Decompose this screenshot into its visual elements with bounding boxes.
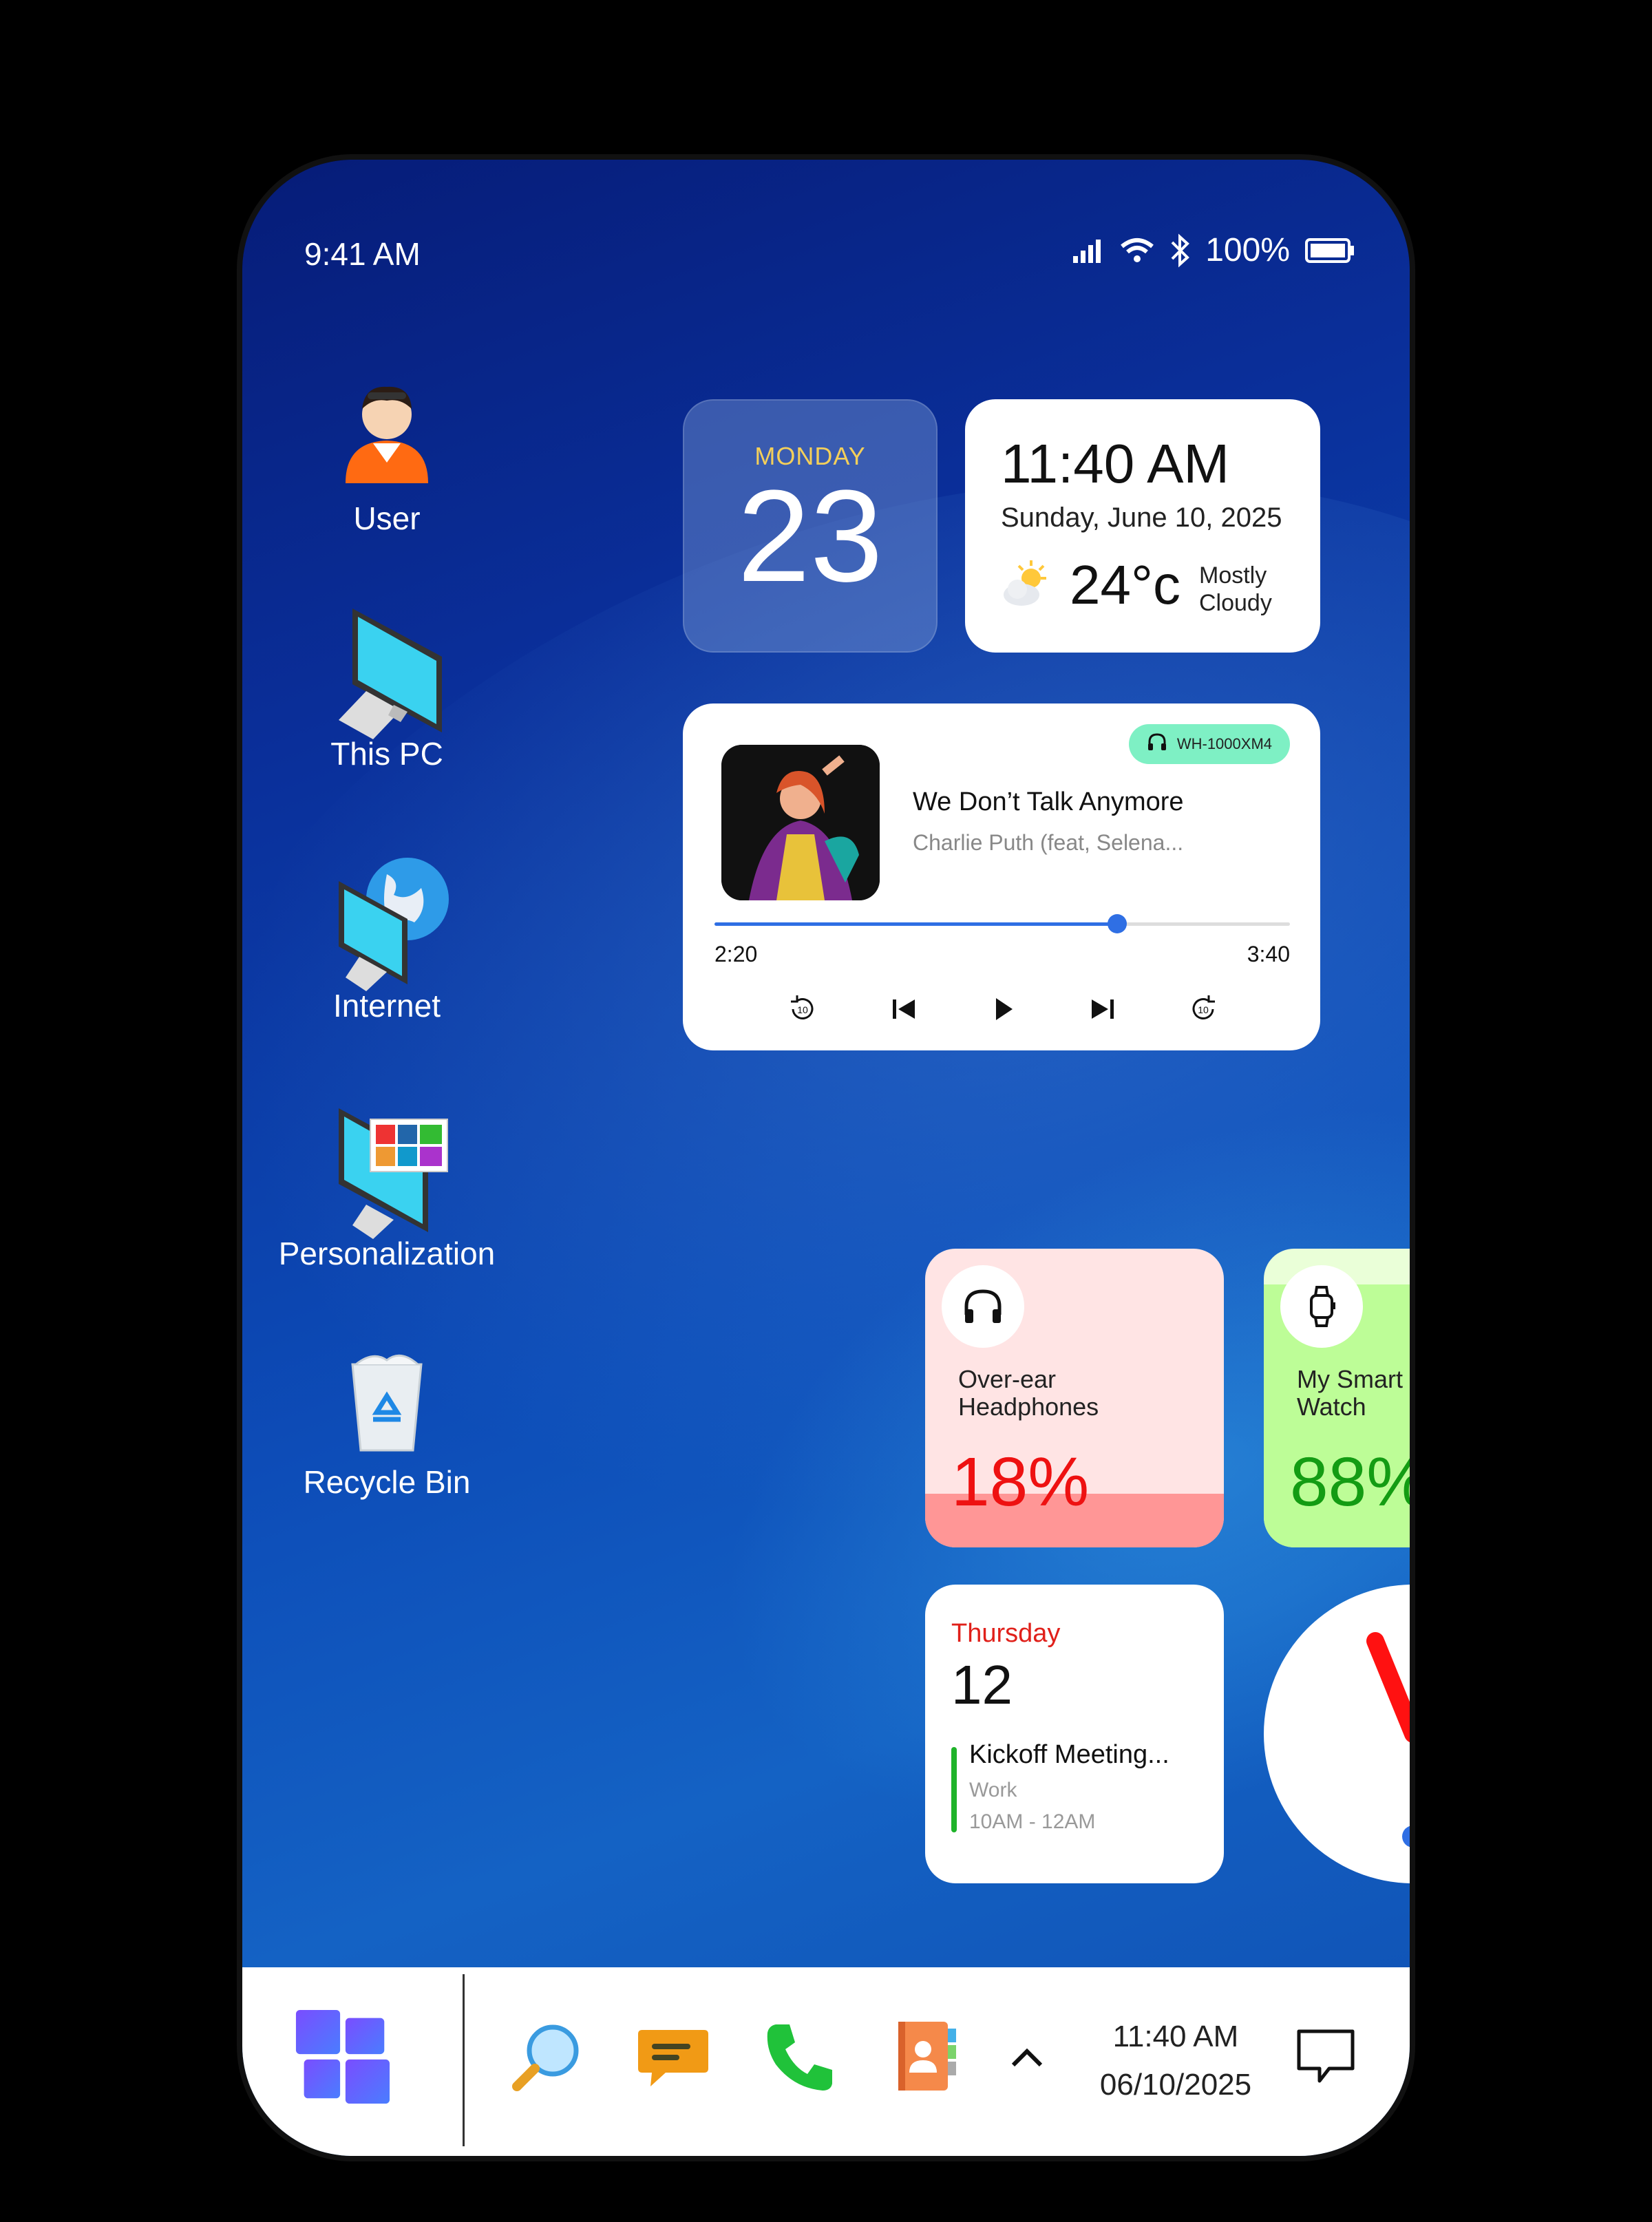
next-icon[interactable] [1088,994,1118,1028]
partly-cloudy-icon [998,558,1053,613]
battery-icon [1305,237,1355,264]
desktop-icon-label: Internet [333,988,441,1024]
start-icon[interactable] [295,2009,391,2105]
battery-device-name: Over-ear Headphones [958,1365,1099,1421]
song-artist: Charlie Puth (feat, Selena... [913,830,1184,855]
desktop-icon-user[interactable]: User [263,366,511,537]
weather-time: 11:40 AM [1001,433,1230,494]
desktop-icon-label: This PC [330,736,443,772]
phone-icon[interactable] [752,2009,848,2105]
chevron-up-icon[interactable] [993,2009,1061,2105]
hour-hand [1366,1632,1410,1742]
desktop-icon-label: Recycle Bin [303,1464,471,1500]
weather-temperature: 24°c [1070,554,1180,615]
svg-text:10: 10 [797,1004,808,1015]
replay-10-icon[interactable]: 10 [786,993,819,1029]
event-time: 10AM - 12AM [969,1810,1096,1833]
desktop-icon-personalization[interactable]: Personalization [263,1101,511,1272]
battery-percent: 18% [951,1443,1090,1521]
taskbar-time: 11:40 AM [1112,2020,1239,2053]
clock-dot [1402,1826,1410,1848]
event-color-bar [951,1747,957,1832]
album-art[interactable] [721,745,880,900]
taskbar-clock[interactable]: 11:40 AM 06/10/2025 [1093,2013,1258,2109]
device-name: WH-1000XM4 [1176,735,1272,752]
internet-icon [325,854,449,991]
event-title: Kickoff Meeting... [969,1740,1169,1769]
weather-widget[interactable]: 11:40 AM Sunday, June 10, 2025 24°c Most… [965,399,1320,653]
headphones-icon [942,1265,1024,1348]
status-bar-right: 100% [1072,231,1355,269]
contacts-icon[interactable] [878,2009,975,2105]
signal-icon [1072,237,1105,264]
event-category: Work [969,1779,1017,1801]
recycle-bin-icon [325,1351,449,1454]
wifi-icon [1120,237,1154,264]
battery-percent: 88% [1290,1443,1410,1521]
smartwatch-battery-widget[interactable]: My Smart Watch 88% [1264,1249,1410,1547]
bluetooth-icon [1169,233,1190,268]
elapsed-time: 2:20 [714,942,758,966]
status-time: 9:41 AM [304,236,421,272]
battery-percent: 100% [1205,232,1290,268]
user-icon [325,366,449,490]
headphones-icon [1147,732,1167,756]
desktop-icon-this-pc[interactable]: This PC [263,602,511,772]
progress-fill [714,922,1118,926]
desktop-icon-recycle-bin[interactable]: Recycle Bin [263,1351,511,1501]
song-title: We Don’t Talk Anymore [913,787,1184,816]
play-icon[interactable] [988,994,1018,1028]
notification-icon[interactable] [1278,2009,1374,2105]
messages-icon[interactable] [625,2009,721,2105]
battery-device-name: My Smart Watch [1297,1365,1404,1421]
svg-text:10: 10 [1198,1004,1209,1015]
date-widget[interactable]: MONDAY 23 [683,399,938,653]
weather-condition: Mostly Cloudy [1199,562,1272,616]
forward-10-icon[interactable]: 10 [1187,993,1220,1029]
calendar-day: 12 [951,1654,1013,1715]
taskbar: 11:40 AM 06/10/2025 [242,1967,1410,2156]
music-widget: WH-1000XM4 We Don’t Talk Anymore Charlie… [683,703,1320,1050]
progress-knob[interactable] [1108,914,1127,933]
watch-icon [1280,1265,1363,1348]
desktop-icon-label: Personalization [278,1236,496,1271]
weather-date: Sunday, June 10, 2025 [1001,502,1282,533]
date-widget-day: 23 [737,463,883,609]
headphones-battery-widget[interactable]: Over-ear Headphones 18% [925,1249,1224,1547]
calendar-weekday: Thursday [951,1619,1061,1648]
desktop-icon-label: User [353,500,421,536]
playback-controls: 10 10 [786,993,1220,1029]
phone-screen: 9:41 AM 100% User This PC Internet Perso… [242,160,1410,2156]
progress-track[interactable] [714,914,1290,933]
desktop-icon-internet[interactable]: Internet [263,854,511,1024]
computer-icon [325,602,449,739]
search-icon[interactable] [498,2009,595,2105]
taskbar-separator [463,1974,465,2146]
device-badge[interactable]: WH-1000XM4 [1128,724,1290,764]
total-time: 3:40 [1247,942,1290,966]
calendar-widget[interactable]: Thursday 12 Kickoff Meeting... Work 10AM… [925,1585,1224,1883]
taskbar-date: 06/10/2025 [1099,2068,1252,2102]
personalization-icon [325,1101,449,1239]
previous-icon[interactable] [889,994,919,1028]
